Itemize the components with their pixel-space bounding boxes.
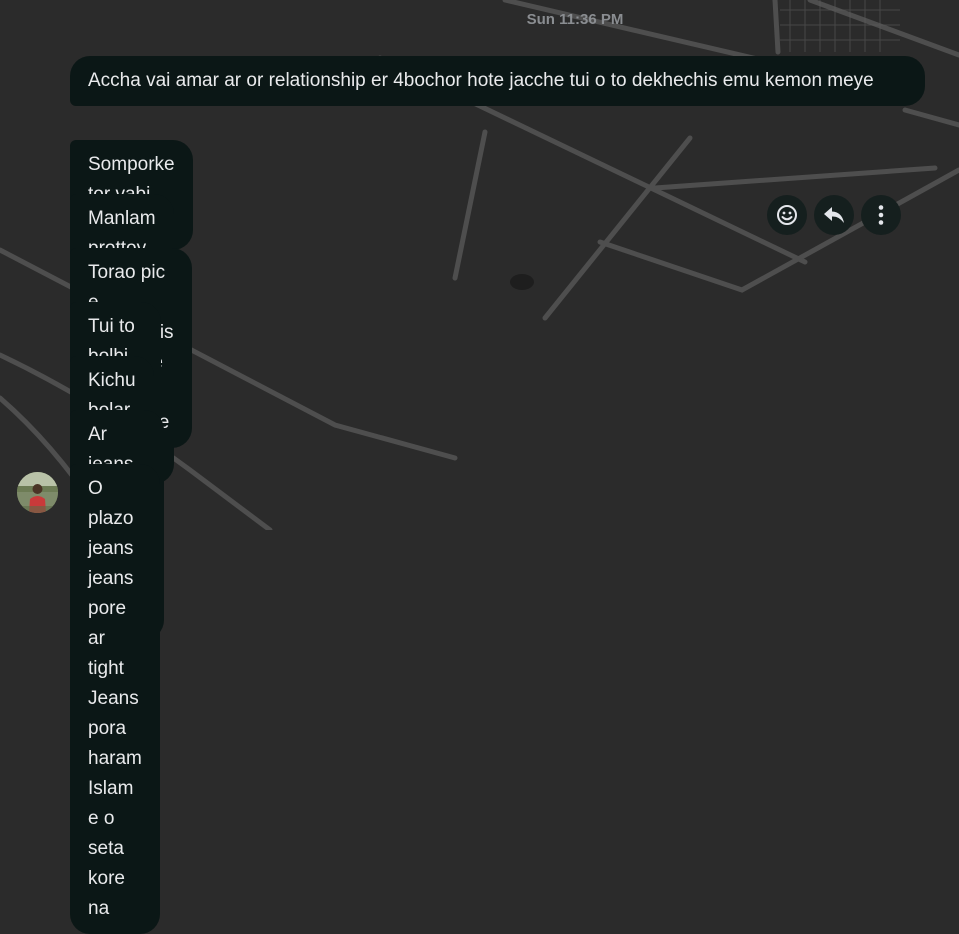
reply-button[interactable] — [814, 195, 854, 235]
emoji-icon — [777, 205, 797, 225]
more-options-button[interactable] — [861, 195, 901, 235]
avatar-image — [17, 472, 58, 513]
message-bubble[interactable]: Accha vai amar ar or relationship er 4bo… — [70, 56, 925, 106]
reply-icon — [824, 207, 844, 223]
avatar[interactable] — [17, 472, 58, 513]
message-bubble[interactable]: O plazo jeans jeans pore ar tight Jeans … — [70, 464, 160, 934]
message-actions — [767, 195, 901, 235]
more-icon — [878, 205, 884, 225]
message-timestamp: Sun 11:36 PM — [526, 11, 624, 28]
emoji-react-button[interactable] — [767, 195, 807, 235]
